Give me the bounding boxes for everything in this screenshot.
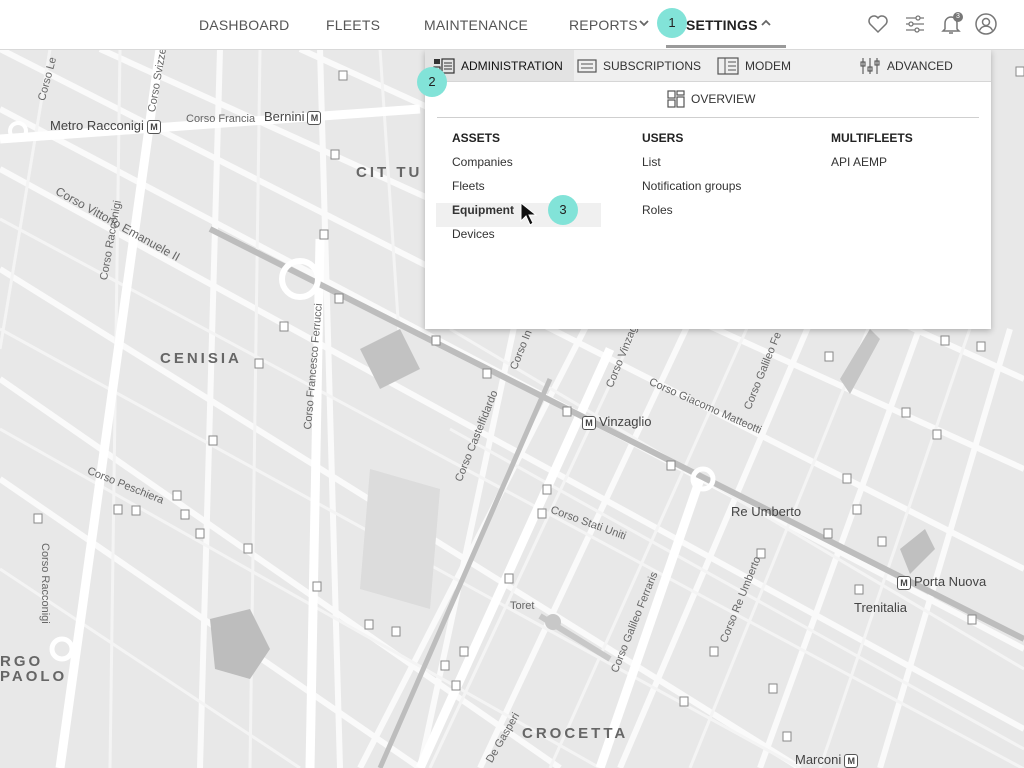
- tab-subscriptions[interactable]: SUBSCRIPTIONS: [577, 50, 701, 81]
- station-label: Re Umberto: [731, 504, 802, 519]
- chevron-down-icon[interactable]: [637, 16, 651, 30]
- area-label: CENISIA: [160, 350, 242, 367]
- area-label: CROCETTA: [522, 725, 629, 742]
- users-column: USERS List Notification groups Roles: [642, 131, 741, 227]
- tab-administration[interactable]: ADMINISTRATION: [425, 50, 574, 81]
- nav-reports[interactable]: REPORTS: [569, 17, 638, 33]
- grid-icon: [667, 90, 685, 108]
- overview-label: OVERVIEW: [691, 92, 756, 106]
- street-label: Corso Francia: [186, 113, 256, 125]
- menu-item-api-aemp[interactable]: API AEMP: [831, 155, 913, 179]
- tab-advanced-label: ADVANCED: [887, 58, 953, 73]
- station-label: Bernini M: [264, 109, 322, 125]
- station-label: Trenitalia: [854, 600, 907, 615]
- menu-item-fleets[interactable]: Fleets: [452, 179, 601, 203]
- step-marker: 1: [657, 8, 687, 38]
- area-label: CIT TU: [356, 164, 423, 181]
- advanced-icon: [860, 57, 880, 74]
- assets-column: ASSETS Companies Fleets Equipment Device…: [436, 131, 601, 251]
- settings-tabs: ADMINISTRATION SUBSCRIPTIONS MODEM ADVAN…: [425, 50, 991, 82]
- step-marker: 3: [548, 195, 578, 225]
- tab-administration-label: ADMINISTRATION: [461, 58, 563, 73]
- menu-item-notification-groups[interactable]: Notification groups: [642, 179, 741, 203]
- menu-item-list[interactable]: List: [642, 155, 741, 179]
- place-label: Toret: [510, 600, 535, 612]
- settings-menu: ADMINISTRATION SUBSCRIPTIONS MODEM ADVAN…: [425, 50, 991, 329]
- menu-item-companies[interactable]: Companies: [452, 155, 601, 179]
- area-label: PAOLO: [0, 668, 68, 685]
- nav-settings[interactable]: SETTINGS: [686, 17, 758, 33]
- station-label: M Porta Nuova: [897, 574, 986, 590]
- subscriptions-icon: [577, 58, 597, 73]
- user-icon[interactable]: [974, 12, 998, 36]
- nav-fleets[interactable]: FLEETS: [326, 17, 380, 33]
- menu-item-devices[interactable]: Devices: [452, 227, 601, 251]
- tab-subscriptions-label: SUBSCRIPTIONS: [603, 58, 702, 73]
- step-marker: 2: [417, 67, 447, 97]
- chevron-up-icon[interactable]: [759, 16, 773, 30]
- tab-advanced[interactable]: ADVANCED: [859, 50, 953, 81]
- menu-item-roles[interactable]: Roles: [642, 203, 741, 227]
- active-tab-underline: [666, 45, 786, 48]
- modem-icon: [717, 56, 739, 75]
- station-label: Marconi M: [795, 752, 859, 768]
- mouse-cursor-icon: [520, 201, 538, 226]
- top-navigation: DASHBOARD FLEETS MAINTENANCE REPORTS SET…: [0, 0, 1024, 50]
- multifleets-column: MULTIFLEETS API AEMP: [831, 131, 913, 179]
- overview-link[interactable]: OVERVIEW: [667, 90, 755, 108]
- tab-modem-label: MODEM: [745, 58, 791, 73]
- nav-dashboard[interactable]: DASHBOARD: [199, 17, 289, 33]
- heart-icon[interactable]: [866, 12, 890, 36]
- sliders-icon[interactable]: [903, 12, 927, 36]
- station-label: Metro Racconigi M: [50, 118, 161, 134]
- street-label: Corso Racconigi: [39, 543, 51, 624]
- users-heading: USERS: [642, 131, 684, 145]
- assets-heading: ASSETS: [452, 131, 501, 145]
- divider: [437, 117, 979, 118]
- tab-modem[interactable]: MODEM: [717, 50, 791, 81]
- notification-badge: 3: [953, 12, 963, 22]
- nav-maintenance[interactable]: MAINTENANCE: [424, 17, 528, 33]
- station-label: M Vinzaglio: [582, 414, 652, 430]
- multifleets-heading: MULTIFLEETS: [831, 131, 913, 145]
